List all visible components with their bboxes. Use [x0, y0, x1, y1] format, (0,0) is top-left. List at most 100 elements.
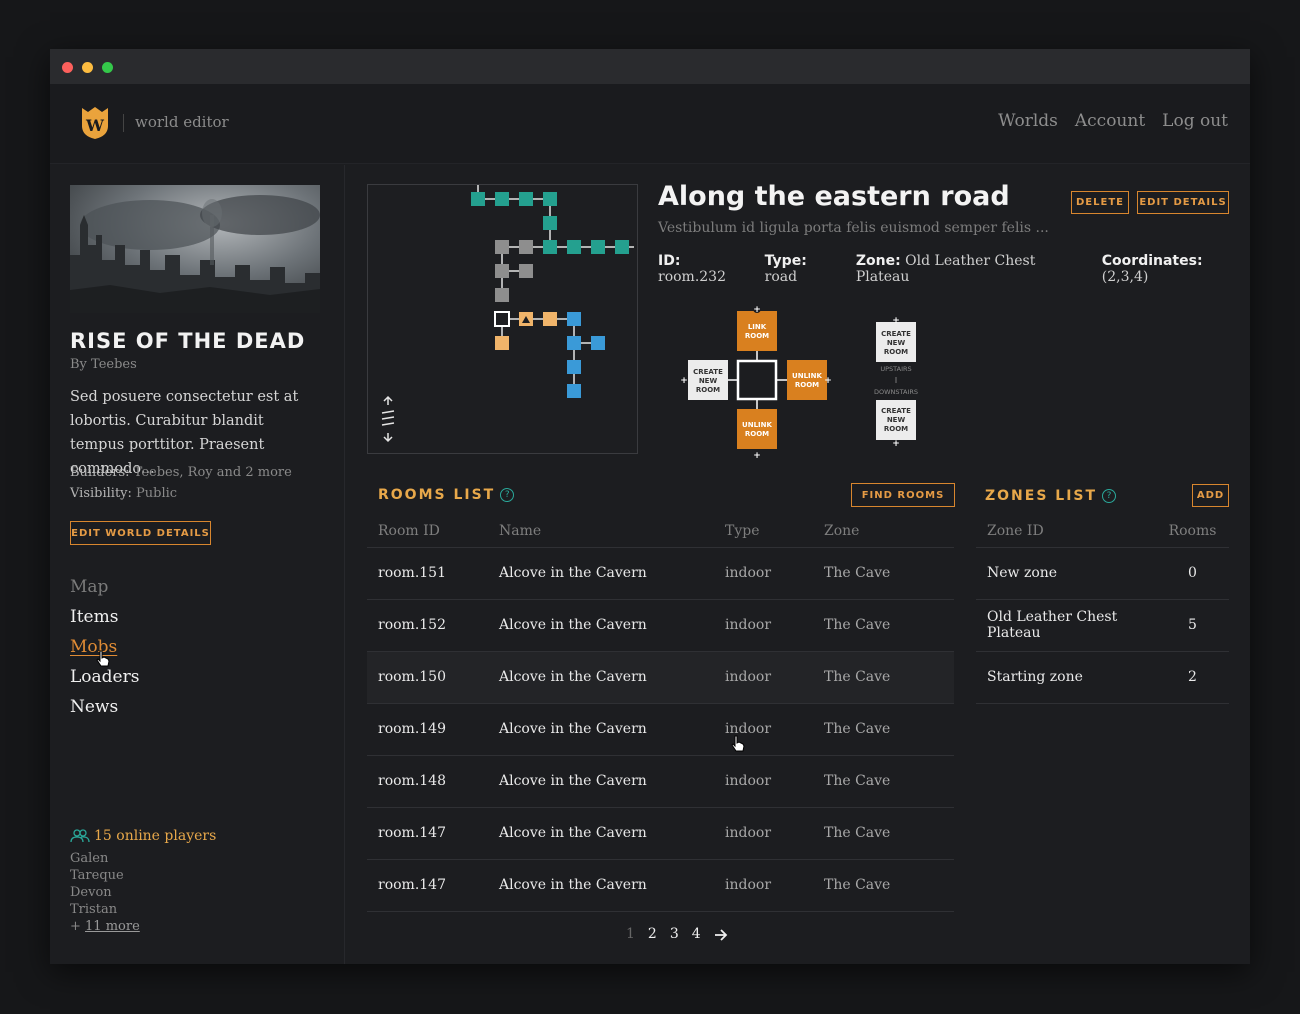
sidenav-map[interactable]: Map: [70, 577, 139, 607]
room-type-cell: indoor: [714, 547, 813, 600]
player-name: Tareque: [70, 868, 124, 883]
world-title: RISE OF THE DEAD: [70, 329, 306, 353]
up-label-2: NEW: [887, 339, 906, 347]
maximize-window-button[interactable]: [102, 62, 113, 73]
page-3[interactable]: 3: [670, 926, 679, 942]
builders-label: Builders:: [70, 465, 130, 480]
room-type-cell: indoor: [714, 859, 813, 912]
column-header[interactable]: Zone: [813, 515, 954, 548]
room-name-cell: Alcove in the Cavern: [488, 807, 714, 860]
users-icon: [70, 829, 90, 843]
north-plus-icon: +: [753, 305, 761, 315]
player-name: Tristan: [70, 902, 118, 917]
rooms-table: Room ID Name Type Zone room.151 Alcove i…: [367, 515, 954, 912]
column-header[interactable]: Type: [714, 515, 813, 548]
table-row[interactable]: room.147 Alcove in the Cavern indoor The…: [367, 859, 954, 912]
room-name-cell: Alcove in the Cavern: [488, 547, 714, 600]
column-header[interactable]: Zone ID: [976, 515, 1156, 548]
down-label-3: ROOM: [884, 425, 908, 433]
sidenav-loaders[interactable]: Loaders: [70, 667, 139, 697]
minimize-window-button[interactable]: [82, 62, 93, 73]
online-players-count: 15 online players: [94, 828, 217, 844]
room-zone-cell: The Cave: [813, 599, 954, 652]
table-row[interactable]: room.147 Alcove in the Cavern indoor The…: [367, 807, 954, 860]
room-name-cell: Alcove in the Cavern: [488, 703, 714, 756]
room-zone-cell: The Cave: [813, 651, 954, 704]
sidenav-items[interactable]: Items: [70, 607, 139, 637]
room-name-cell: Alcove in the Cavern: [488, 651, 714, 704]
table-row-hovered[interactable]: room.150 Alcove in the Cavern indoor The…: [367, 651, 954, 704]
table-row[interactable]: Starting zone 2: [976, 651, 1229, 704]
brand-divider: [123, 114, 124, 132]
zone-rooms-cell: 5: [1156, 599, 1229, 652]
add-zone-button[interactable]: ADD: [1192, 484, 1229, 507]
table-row[interactable]: room.151 Alcove in the Cavern indoor The…: [367, 547, 954, 600]
nav-account[interactable]: Account: [1075, 111, 1145, 131]
east-exit-button[interactable]: [787, 360, 827, 400]
sidenav-news[interactable]: News: [70, 697, 139, 727]
zones-table-header: Zone ID Rooms: [976, 515, 1229, 548]
room-zone-cell: The Cave: [813, 547, 954, 600]
room-id-label: ID:: [658, 253, 681, 269]
arrow-right-icon[interactable]: [714, 928, 728, 942]
delete-room-button[interactable]: DELETE: [1071, 191, 1129, 214]
edit-room-details-button[interactable]: EDIT DETAILS: [1137, 191, 1229, 214]
main-nav: Worlds Account Log out: [998, 111, 1228, 131]
nav-logout[interactable]: Log out: [1162, 111, 1228, 131]
more-players-link[interactable]: 11 more: [85, 919, 140, 934]
north-label-1: LINK: [748, 323, 767, 331]
column-header[interactable]: Name: [488, 515, 714, 548]
north-exit-button[interactable]: [737, 311, 777, 351]
page-2[interactable]: 2: [648, 926, 657, 942]
visibility-meta: Visibility: Public: [70, 486, 177, 501]
room-zone-cell: The Cave: [813, 807, 954, 860]
edit-world-details-button[interactable]: EDIT WORLD DETAILS: [70, 521, 211, 545]
brand-label: world editor: [135, 113, 229, 131]
table-row[interactable]: Old Leather Chest Plateau 5: [976, 599, 1229, 652]
online-players-heading: 15 online players: [70, 828, 216, 844]
room-id-cell: room.147: [367, 807, 488, 860]
logo-shield-icon[interactable]: W: [80, 106, 110, 140]
rooms-list-heading: ROOMS LIST ?: [378, 487, 515, 503]
zone-id-cell: Starting zone: [976, 651, 1156, 704]
south-label-1: UNLINK: [742, 421, 772, 429]
column-header[interactable]: Room ID: [367, 515, 488, 548]
down-plus-icon: +: [892, 439, 900, 449]
world-cover-image: [70, 185, 320, 313]
room-info: ID: room.232 Type: road Zone: Old Leathe…: [658, 253, 1250, 285]
close-window-button[interactable]: [62, 62, 73, 73]
pagination: 1 2 3 4: [626, 926, 728, 942]
room-zone-cell: The Cave: [813, 859, 954, 912]
zones-table: Zone ID Rooms New zone 0 Old Leather Che…: [976, 515, 1229, 704]
column-header[interactable]: Rooms: [1156, 515, 1229, 548]
upstairs-label: UPSTAIRS: [880, 365, 911, 373]
zone-id-cell: Old Leather Chest Plateau: [976, 599, 1156, 652]
nav-worlds[interactable]: Worlds: [998, 111, 1058, 131]
table-row[interactable]: New zone 0: [976, 547, 1229, 600]
room-type-value: road: [764, 269, 798, 285]
room-type-cell: indoor: [714, 703, 813, 756]
find-rooms-button[interactable]: FIND ROOMS: [851, 483, 955, 507]
south-exit-button[interactable]: [737, 409, 777, 449]
table-row[interactable]: room.149 Alcove in the Cavern indoor The…: [367, 703, 954, 756]
east-label-1: UNLINK: [792, 372, 822, 380]
visibility-value: Public: [136, 486, 178, 501]
room-minimap[interactable]: [367, 184, 638, 454]
page-4[interactable]: 4: [692, 926, 701, 942]
player-name: Devon: [70, 885, 112, 900]
room-coords-value: (2,3,4): [1101, 269, 1149, 285]
room-id-value: room.232: [658, 269, 726, 285]
help-icon[interactable]: ?: [1102, 489, 1117, 503]
table-row[interactable]: room.148 Alcove in the Cavern indoor The…: [367, 755, 954, 808]
help-icon[interactable]: ?: [500, 488, 515, 502]
room-subtitle: Vestibulum id ligula porta felis euismod…: [658, 220, 1049, 236]
zone-rooms-cell: 2: [1156, 651, 1229, 704]
world-author: By Teebes: [70, 357, 137, 372]
page-1[interactable]: 1: [626, 926, 635, 942]
up-label-3: ROOM: [884, 348, 908, 356]
room-type-cell: indoor: [714, 755, 813, 808]
room-id-cell: room.149: [367, 703, 488, 756]
east-label-2: ROOM: [795, 381, 819, 389]
table-row[interactable]: room.152 Alcove in the Cavern indoor The…: [367, 599, 954, 652]
room-type-cell: indoor: [714, 807, 813, 860]
